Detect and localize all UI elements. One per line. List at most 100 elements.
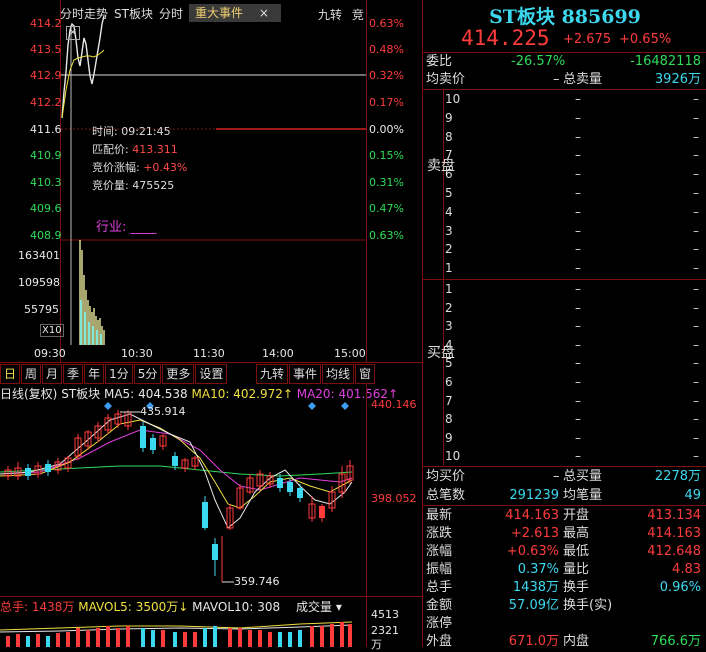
tooltip-time: 时间: 09:21:45 (92, 125, 171, 138)
industry-label[interactable]: 行业: ____ (96, 216, 157, 235)
sell-level-row[interactable]: 1 – – (445, 259, 706, 278)
volume-indicator-select[interactable]: 成交量 ▾ (296, 598, 342, 615)
kline-right-toolbar: 九转 事件 均线 窗 (256, 364, 376, 384)
level-volume: – (693, 393, 699, 408)
sell-level-row[interactable]: 2 – – (445, 240, 706, 259)
tooltip-match-price: 匹配价: 413.311 (92, 143, 178, 156)
period-quarter[interactable]: 季 (63, 364, 84, 384)
security-code: 885699 (561, 6, 641, 28)
book-side-divider (443, 89, 444, 465)
level-volume: – (693, 356, 699, 371)
buy-level-row[interactable]: 4 – – (445, 336, 706, 355)
sell-level-row[interactable]: 7 – – (445, 146, 706, 165)
level-number: 9 (445, 430, 453, 445)
vol-axis-tick: 4513 (371, 608, 399, 621)
level-volume: – (693, 129, 699, 144)
level-price: – (575, 337, 581, 352)
tab-events[interactable]: 事件 (289, 364, 322, 384)
period-more[interactable]: 更多 (162, 364, 195, 384)
buy-level-row[interactable]: 5 – – (445, 354, 706, 373)
total-volume-legend: 总手: 1438万 (0, 600, 75, 614)
buy-level-row[interactable]: 9 – – (445, 429, 706, 448)
level-volume: – (693, 319, 699, 334)
level-number: 2 (445, 300, 453, 315)
kline-type-label: 日线(复权) (0, 387, 58, 401)
stat-value: 414.163 (647, 526, 701, 541)
buy-level-row[interactable]: 8 – – (445, 410, 706, 429)
sell-level-row[interactable]: 9 – – (445, 109, 706, 128)
stat-value: 413.134 (647, 508, 701, 523)
level-price: – (575, 92, 581, 106)
security-name: ST板块 (489, 6, 555, 28)
sell-level-row[interactable]: 3 – – (445, 222, 706, 241)
buy-level-row[interactable]: 3 – – (445, 317, 706, 336)
buy-level-row[interactable]: 1 – – (445, 280, 706, 299)
kline-axis-tick: 440.146 (371, 398, 417, 411)
period-week[interactable]: 周 (21, 364, 42, 384)
pct-tick: 0.48% (369, 43, 404, 56)
price-change-pct: +0.65% (619, 32, 672, 47)
level-price: – (575, 282, 581, 296)
kline-plot (0, 402, 354, 583)
quote-panel: ST板块 885699 414.225 +2.675 +0.65% 委比 -26… (422, 0, 706, 649)
pct-axis-line (366, 0, 367, 362)
level-volume: – (693, 92, 699, 106)
buy-level-row[interactable]: 10 – – (445, 447, 706, 466)
tab-ma[interactable]: 均线 (322, 364, 355, 384)
sell-level-row[interactable]: 10 – – (445, 90, 706, 109)
sell-level-row[interactable]: 4 – – (445, 203, 706, 222)
pct-tick: 0.63% (369, 17, 404, 30)
sell-level-row[interactable]: 6 – – (445, 165, 706, 184)
stat-value: 0.96% (659, 580, 701, 595)
buy-level-row[interactable]: 2 – – (445, 299, 706, 318)
weibi-row: 委比 -26.57% -16482118 (426, 54, 701, 69)
level-number: 10 (445, 92, 461, 106)
stat-row: 涨跌 +2.613 最高 414.163 (423, 525, 706, 543)
period-month[interactable]: 月 (42, 364, 63, 384)
tooltip-auction-volume: 竞价量: 475525 (92, 179, 175, 192)
level-number: 9 (445, 110, 453, 125)
buy-level-row[interactable]: 7 – – (445, 392, 706, 411)
divider (423, 505, 706, 506)
sell-level-row[interactable]: 5 – – (445, 184, 706, 203)
kline-header: 日线(复权) ST板块 MA5: 404.538 MA10: 402.972↑ … (0, 385, 398, 401)
buy-level-row[interactable]: 6 – – (445, 373, 706, 392)
sell-level-row[interactable]: 8 – – (445, 128, 706, 147)
level-volume: – (693, 282, 699, 296)
level-volume: – (693, 242, 699, 257)
level-number: 7 (445, 148, 453, 163)
avg-price-line (61, 49, 105, 119)
level-price: – (575, 223, 581, 238)
stat-row: 总手 1438万 换手 0.96% (423, 579, 706, 597)
settings-button[interactable]: 设置 (195, 364, 228, 384)
level-number: 7 (445, 393, 453, 408)
auction-tooltip: 时间: 09:21:45 匹配价: 413.311 竞价涨幅: +0.43% 竞… (92, 123, 187, 195)
ma5-legend: MA5: 404.538 (103, 387, 188, 401)
stat-value: 412.648 (647, 544, 701, 559)
stat-value: 57.09亿 (508, 598, 559, 613)
level-price: – (575, 412, 581, 427)
level-volume: – (693, 412, 699, 427)
quote-title: ST板块 885699 (423, 2, 706, 29)
stat-label: 最高 (563, 526, 590, 541)
price-change: +2.675 (563, 32, 612, 47)
kline-axis-tick: 398.052 (371, 492, 417, 505)
pct-tick: 0.32% (369, 69, 404, 82)
period-5min[interactable]: 5分 (133, 364, 162, 384)
level-price: – (575, 129, 581, 144)
tab-nine-turn-k[interactable]: 九转 (256, 364, 289, 384)
level-number: 3 (445, 319, 453, 334)
stat-row: 金额 57.09亿 换手(实) (423, 597, 706, 615)
level-volume: – (693, 430, 699, 445)
mavol5-legend: MAVOL5: 3500万↓ (78, 600, 189, 614)
stat-value: 671.0万 (508, 634, 559, 649)
crosshair-close-icon[interactable]: × (66, 26, 80, 40)
level-number: 4 (445, 204, 453, 219)
period-year[interactable]: 年 (84, 364, 105, 384)
tab-window[interactable]: 窗 (355, 364, 376, 384)
intraday-chart[interactable]: 分时走势 ST板块 分时 重大事件 × 九转 竞 414.2 413.5 412… (0, 0, 422, 363)
period-day[interactable]: 日 (0, 364, 21, 384)
period-1min[interactable]: 1分 (105, 364, 133, 384)
stat-row: 振幅 0.37% 量比 4.83 (423, 561, 706, 579)
stat-label: 金额 (426, 598, 453, 613)
